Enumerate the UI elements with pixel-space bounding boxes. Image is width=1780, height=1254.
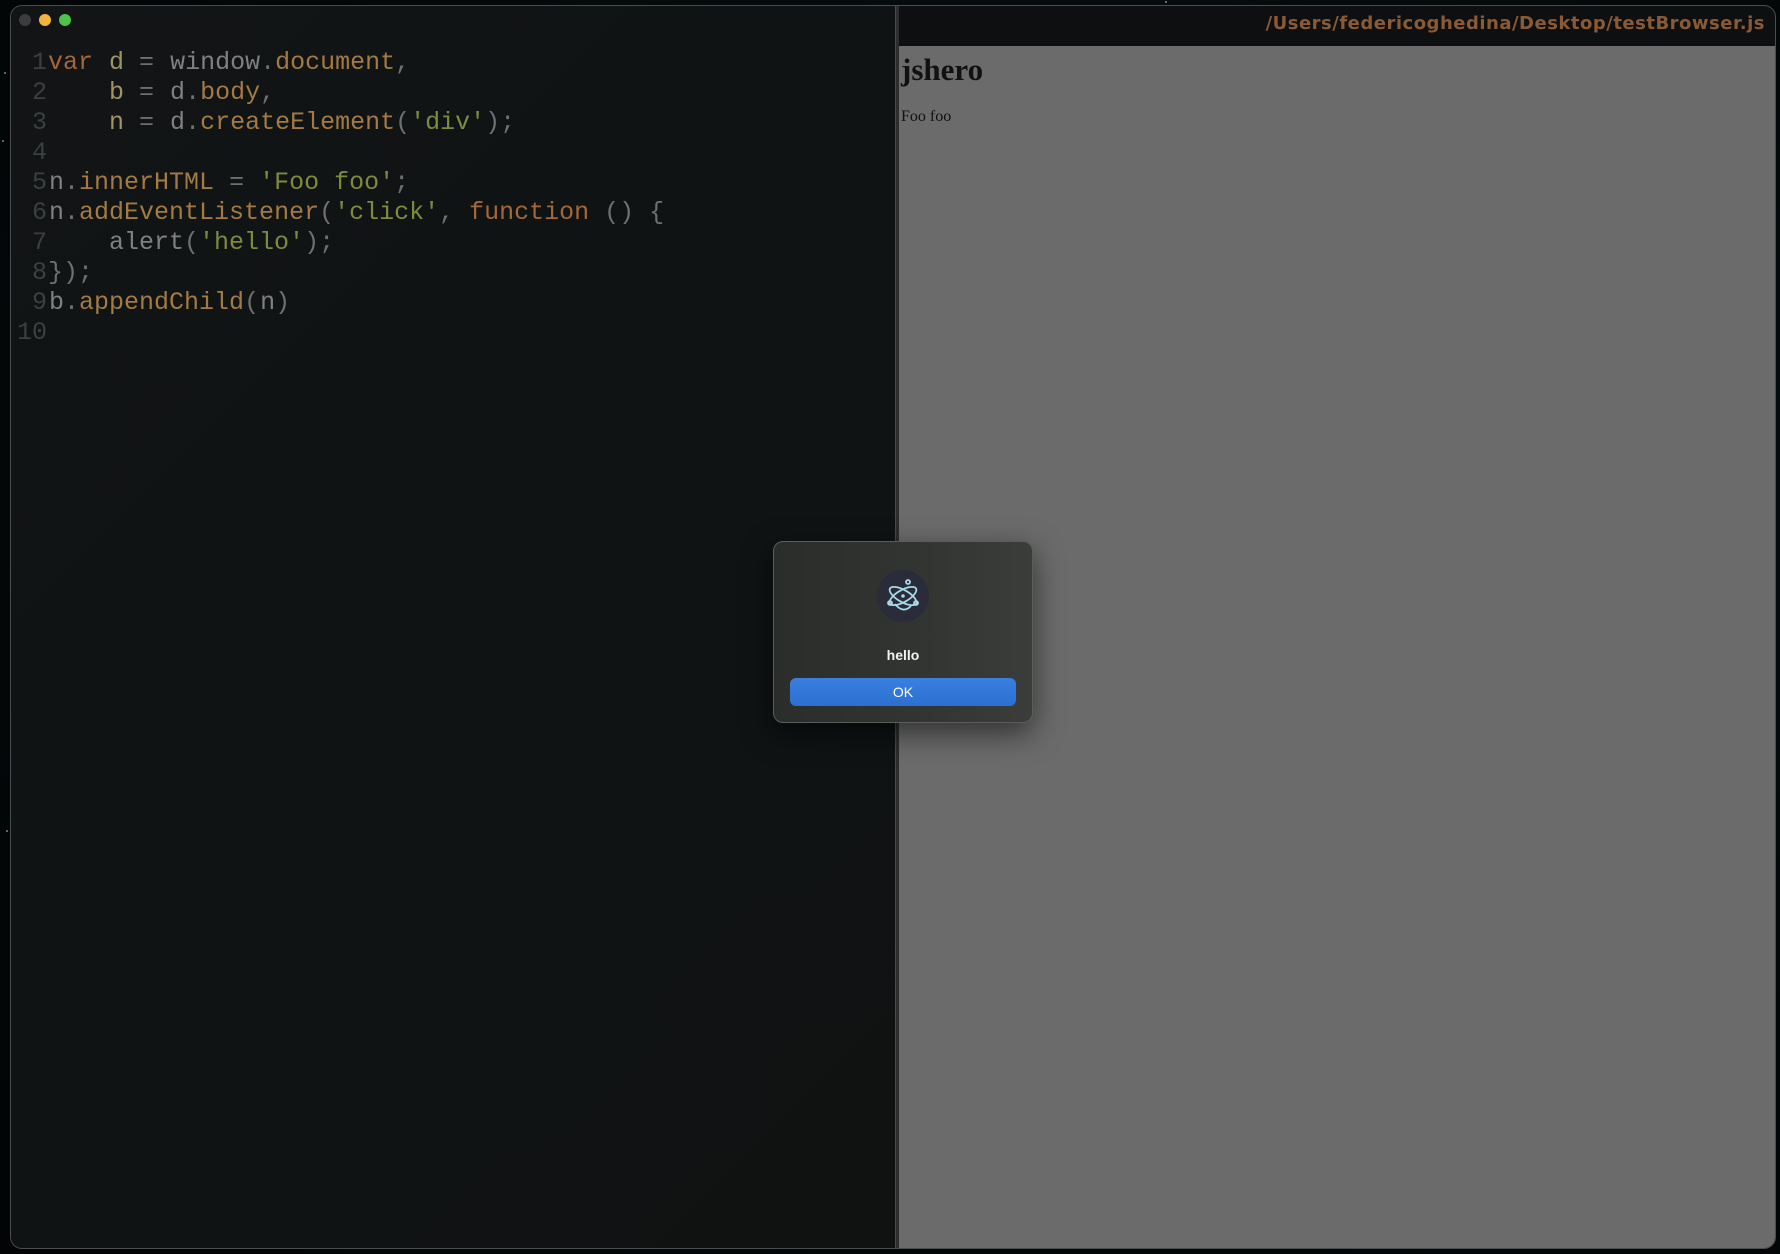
- background-star: [4, 72, 6, 74]
- code-token: ;: [394, 168, 410, 197]
- code-line[interactable]: 2 b = d.body,: [11, 78, 664, 108]
- code-token: =: [214, 168, 260, 197]
- code-token: =: [124, 78, 170, 107]
- minimize-window-button[interactable]: [39, 14, 51, 26]
- code-token: ,: [260, 78, 276, 107]
- line-number: 3: [31, 108, 47, 137]
- window-controls: [19, 14, 71, 26]
- background-star: [2, 140, 4, 142]
- code-token: =: [124, 108, 170, 137]
- background-star: [1165, 1, 1167, 3]
- code-token: .: [64, 168, 80, 197]
- code-token: .: [260, 48, 276, 77]
- code-token: .: [185, 108, 201, 137]
- foo-div[interactable]: Foo foo: [901, 108, 951, 126]
- line-number: 5: [31, 168, 47, 197]
- line-source: [47, 318, 48, 348]
- alert-dialog: hello OK: [773, 541, 1033, 723]
- code-token: .: [185, 78, 201, 107]
- code-token: d: [170, 78, 186, 107]
- code-token: appendChild: [79, 288, 245, 317]
- code-token: createElement: [200, 108, 396, 137]
- code-line[interactable]: 3 n = d.createElement('div');: [11, 108, 664, 138]
- code-line[interactable]: 9 b.appendChild(n): [11, 288, 664, 318]
- code-line[interactable]: 4: [11, 138, 664, 168]
- background-star: [6, 830, 8, 832]
- code-token: document: [275, 48, 396, 77]
- line-source: var d = window.document,: [47, 48, 410, 78]
- code-token: d: [170, 108, 186, 137]
- code-token: 'click': [334, 198, 440, 227]
- code-line[interactable]: 5 n.innerHTML = 'Foo foo';: [11, 168, 664, 198]
- code-line[interactable]: 10: [11, 318, 664, 348]
- code-token: 'div': [410, 108, 486, 137]
- line-source: n = d.createElement('div');: [47, 108, 515, 138]
- code-token: var: [48, 48, 94, 77]
- code-token: (: [184, 228, 200, 257]
- code-token: =: [124, 48, 170, 77]
- code-token: (: [244, 288, 260, 317]
- code-line[interactable]: 6 n.addEventListener('click', function ()…: [11, 198, 664, 228]
- line-number: 7: [31, 228, 47, 257]
- code-token: (: [319, 198, 335, 227]
- line-source: });: [47, 258, 93, 288]
- preview-titlebar: /Users/federicoghedina/Desktop/testBrows…: [899, 6, 1775, 46]
- maximize-window-button[interactable]: [59, 14, 71, 26]
- line-source: b.appendChild(n): [47, 288, 290, 318]
- code-token: n: [49, 198, 65, 227]
- app-window: 1 var d = window.document, 2 b = d.body, 3 …: [10, 5, 1776, 1249]
- line-number: 9: [31, 288, 47, 317]
- line-number: 1: [31, 48, 47, 77]
- code-line[interactable]: 8});: [11, 258, 664, 288]
- code-token: innerHTML: [79, 168, 215, 197]
- code-token: n: [109, 108, 125, 137]
- code-token: window: [170, 48, 261, 77]
- electron-atom-icon: [877, 570, 929, 622]
- ok-button[interactable]: OK: [790, 678, 1016, 706]
- close-window-button[interactable]: [19, 14, 31, 26]
- code-token: addEventListener: [79, 198, 320, 227]
- code-token: ,: [439, 198, 470, 227]
- code-token: d: [109, 48, 125, 77]
- code-token: });: [48, 258, 94, 287]
- line-number: 4: [31, 138, 47, 167]
- code-token: );: [485, 108, 516, 137]
- file-path: /Users/federicoghedina/Desktop/testBrows…: [1265, 13, 1765, 34]
- line-source: b = d.body,: [47, 78, 275, 108]
- code-token: );: [304, 228, 335, 257]
- line-source: n.innerHTML = 'Foo foo';: [47, 168, 409, 198]
- code-line[interactable]: 1 var d = window.document,: [11, 48, 664, 78]
- page-heading: jshero: [901, 52, 984, 87]
- line-number: 10: [16, 318, 47, 347]
- code-token: ,: [395, 48, 411, 77]
- code-token: (: [395, 108, 411, 137]
- code-editor-pane[interactable]: 1 var d = window.document, 2 b = d.body, 3 …: [11, 6, 895, 1248]
- line-source: [47, 138, 48, 168]
- alert-message: hello: [886, 647, 920, 663]
- code-token: b: [49, 288, 65, 317]
- line-number: 8: [31, 258, 47, 287]
- code-token: b: [109, 78, 125, 107]
- code-line[interactable]: 7 alert('hello');: [11, 228, 664, 258]
- line-number: 2: [31, 78, 47, 107]
- line-source: alert('hello');: [47, 228, 334, 258]
- code-token: ): [275, 288, 291, 317]
- code-token: n: [260, 288, 276, 317]
- code-token: body: [200, 78, 261, 107]
- code-token: .: [64, 288, 80, 317]
- code-token: n: [49, 168, 65, 197]
- code-token: function: [469, 198, 590, 227]
- code-token: 'hello': [199, 228, 305, 257]
- code-token: .: [64, 198, 80, 227]
- code-token: 'Foo foo': [259, 168, 395, 197]
- line-number: 6: [31, 198, 47, 227]
- line-source: n.addEventListener('click', function () …: [47, 198, 664, 228]
- code-token: alert: [49, 228, 185, 257]
- code-token: () {: [589, 198, 665, 227]
- code-lines[interactable]: 1 var d = window.document, 2 b = d.body, 3 …: [11, 48, 664, 348]
